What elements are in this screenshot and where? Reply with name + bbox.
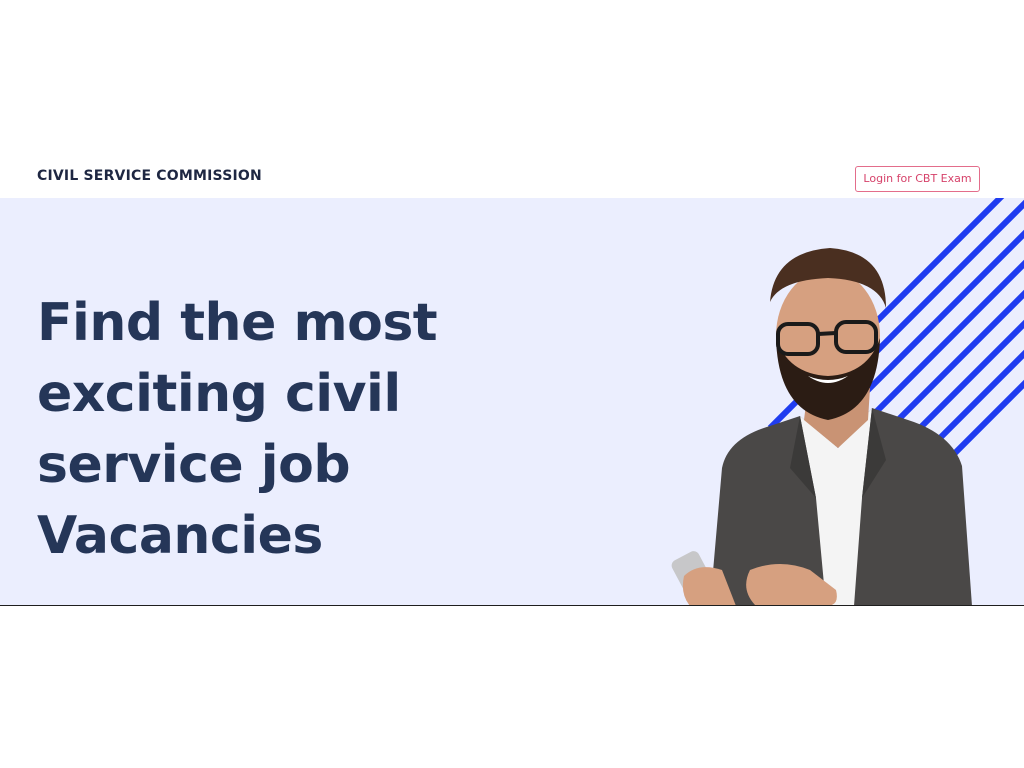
page: CIVIL SERVICE COMMISSION Login for CBT E… (0, 0, 1024, 768)
brand-name: CIVIL SERVICE COMMISSION (37, 168, 262, 184)
site-header: CIVIL SERVICE COMMISSION Login for CBT E… (0, 150, 1024, 198)
hero-title: Find the most exciting civil service job… (37, 293, 438, 566)
hero-illustration (671, 198, 1024, 605)
hero-banner: Find the most exciting civil service job… (0, 198, 1024, 606)
login-cbt-exam-button[interactable]: Login for CBT Exam (855, 166, 980, 192)
